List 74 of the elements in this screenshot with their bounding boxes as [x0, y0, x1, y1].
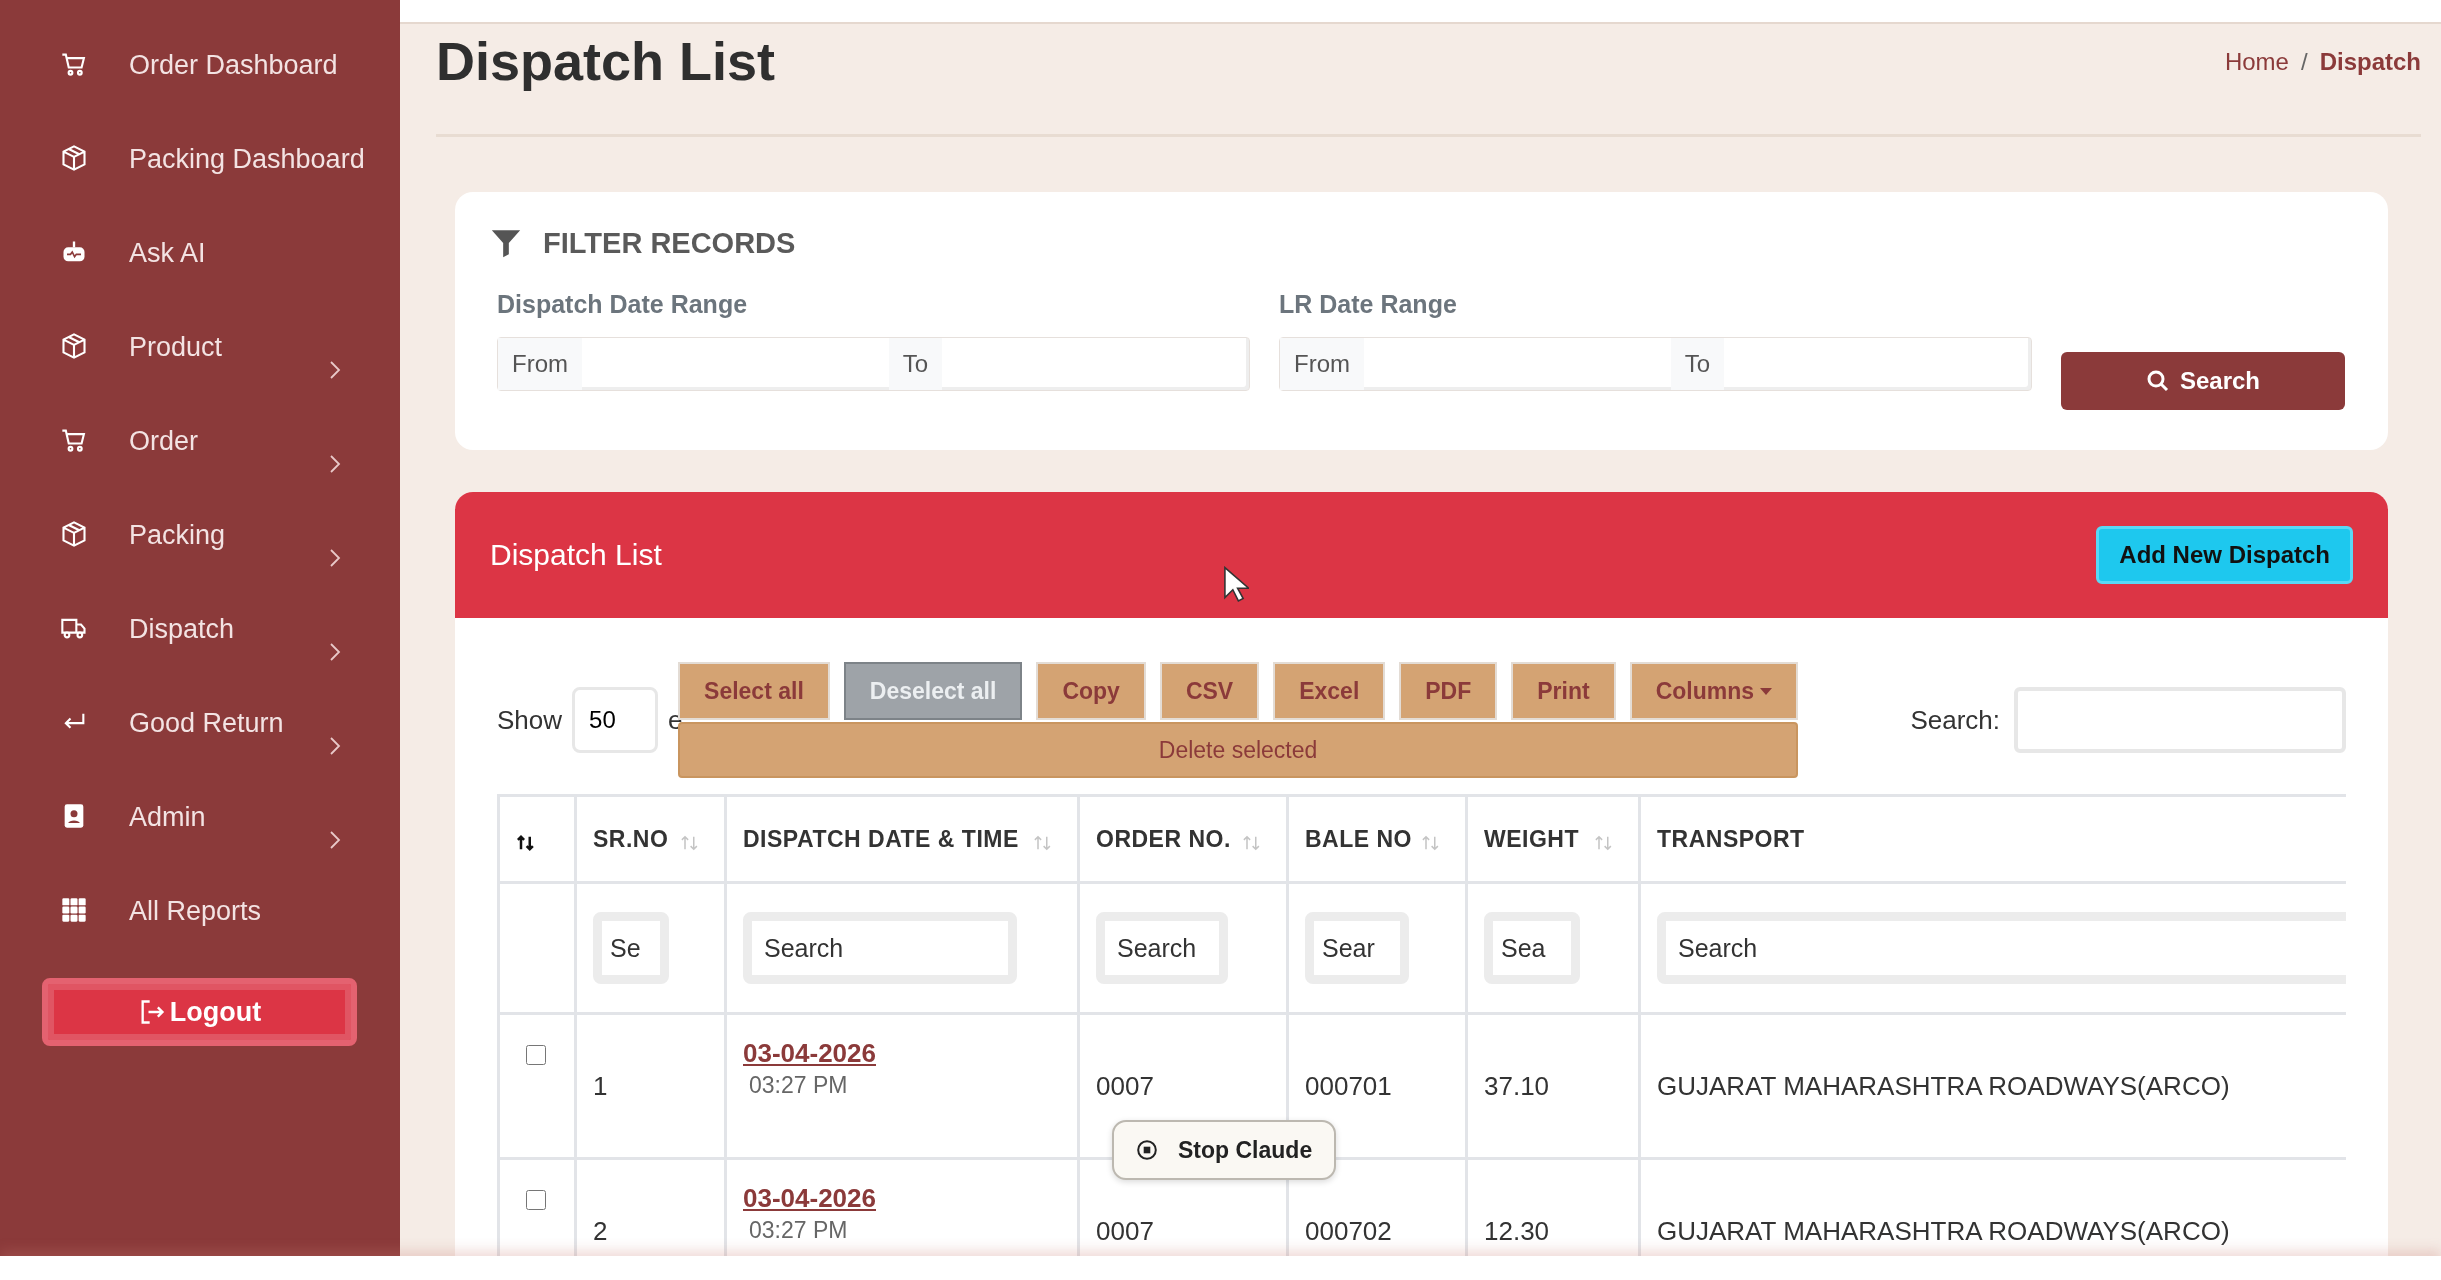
- to-label: To: [888, 338, 943, 390]
- sidebar-item[interactable]: All Reports: [0, 866, 400, 960]
- row-checkbox[interactable]: [526, 1045, 546, 1065]
- column-header[interactable]: SR.NO: [593, 825, 669, 853]
- grid-icon: [60, 896, 88, 924]
- table-cell: 37.10: [1484, 1070, 1550, 1101]
- column-search-field[interactable]: Search: [743, 912, 1017, 984]
- sidebar-item[interactable]: Packing: [0, 490, 400, 584]
- sidebar-item[interactable]: Good Return: [0, 678, 400, 772]
- date-range-field[interactable]: From To: [497, 337, 1250, 391]
- date-range-label: LR Date Range: [1279, 290, 1458, 319]
- box-icon: [60, 144, 88, 172]
- table-cell: 000702: [1305, 1215, 1392, 1246]
- date-range-field[interactable]: From To: [1279, 337, 2032, 391]
- table-cell: GUJARAT MAHARASHTRA ROADWAYS(ARCO): [1657, 1215, 2230, 1246]
- table-cell: 0007: [1096, 1215, 1154, 1246]
- add-new-dispatch-button[interactable]: Add New Dispatch: [2096, 526, 2353, 584]
- filter-title: FILTER RECORDS: [543, 226, 796, 260]
- sidebar-item[interactable]: Ask AI: [0, 208, 400, 302]
- breadcrumb-link[interactable]: Home: [2224, 48, 2289, 76]
- table-cell: GUJARAT MAHARASHTRA ROADWAYS(ARCO): [1657, 1070, 2230, 1101]
- sort-arrows-icon[interactable]: [516, 833, 536, 853]
- time-text: 03:27 PM: [748, 1070, 849, 1100]
- delete-selected-button[interactable]: Delete selected: [678, 722, 1799, 778]
- date-range-label: Dispatch Date Range: [497, 290, 749, 319]
- row-checkbox[interactable]: [526, 1190, 546, 1210]
- from-label: From: [1280, 338, 1364, 390]
- sidebar-item[interactable]: Order: [0, 396, 400, 490]
- from-label: From: [498, 338, 582, 390]
- stop-claude-button[interactable]: Stop Claude: [1112, 1120, 1337, 1180]
- breadcrumb-separator: /: [2300, 48, 2308, 76]
- column-search-field[interactable]: Sea: [1484, 912, 1580, 984]
- sidebar-item[interactable]: Product: [0, 302, 400, 396]
- sidebar-item[interactable]: Dispatch: [0, 584, 400, 678]
- caret-icon: [1760, 687, 1773, 695]
- time-text: 03:27 PM: [748, 1215, 849, 1245]
- date-link[interactable]: 03-04-2026: [743, 1182, 1053, 1216]
- sidebar-item[interactable]: Admin: [0, 772, 400, 866]
- column-search-field[interactable]: Search: [1096, 912, 1228, 984]
- to-label: To: [1670, 338, 1725, 390]
- table-cell: 0007: [1096, 1070, 1154, 1101]
- column-header[interactable]: WEIGHT: [1484, 825, 1579, 853]
- toolbar-button[interactable]: CSV: [1159, 662, 1260, 720]
- table-cell: 1: [593, 1070, 608, 1101]
- search-field[interactable]: [2014, 687, 2346, 753]
- sidebar-item[interactable]: Packing Dashboard: [0, 114, 400, 208]
- page-size-field[interactable]: 50: [572, 687, 659, 753]
- mouse-cursor-icon: [1223, 566, 1249, 604]
- table-cell: 2: [593, 1215, 608, 1246]
- sidebar-item[interactable]: Order Dashboard: [0, 20, 400, 114]
- column-header[interactable]: TRANSPORT: [1657, 825, 1805, 853]
- toolbar-button[interactable]: Print: [1511, 662, 1616, 720]
- logout-button[interactable]: Logout: [42, 978, 357, 1046]
- search-icon: [2145, 369, 2170, 393]
- toolbar-button[interactable]: Select all: [678, 662, 830, 720]
- date-link[interactable]: 03-04-2026: [743, 1037, 1053, 1071]
- column-search-field[interactable]: Search: [1657, 912, 2346, 984]
- box-icon: [60, 520, 88, 548]
- toolbar-button[interactable]: Columns: [1629, 662, 1799, 720]
- show-label: Show: [497, 704, 563, 736]
- toolbar-button[interactable]: Excel: [1273, 662, 1386, 720]
- table-cell: 12.30: [1484, 1215, 1550, 1246]
- box-icon: [60, 332, 88, 360]
- toolbar-button[interactable]: PDF: [1399, 662, 1498, 720]
- column-search-field[interactable]: Se: [593, 912, 669, 984]
- column-search-field[interactable]: Sear: [1305, 912, 1409, 984]
- list-title: Dispatch List: [490, 538, 662, 572]
- toolbar-button[interactable]: Copy: [1036, 662, 1146, 720]
- page-title: Dispatch List: [436, 30, 776, 92]
- stop-icon: [1136, 1139, 1158, 1161]
- search-label: Search:: [1910, 704, 2000, 736]
- table-cell: 000701: [1305, 1070, 1392, 1101]
- column-header[interactable]: BALE NO: [1305, 825, 1412, 853]
- search-button[interactable]: Search: [2061, 352, 2345, 410]
